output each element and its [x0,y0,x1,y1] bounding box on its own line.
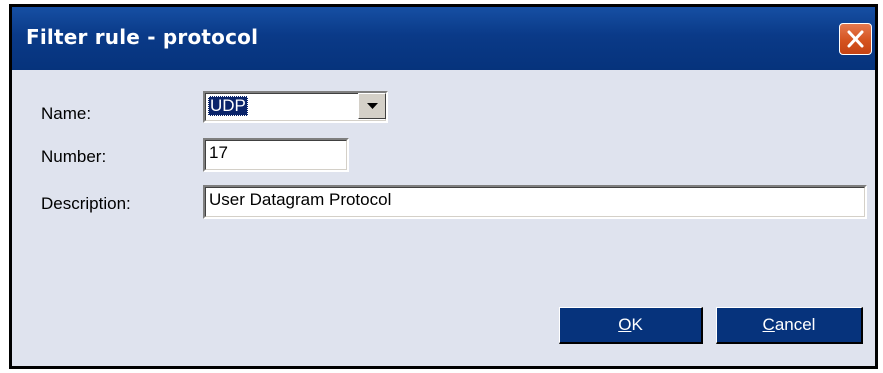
description-field-value: User Datagram Protocol [209,190,392,209]
number-label: Number: [41,147,107,166]
window-title: Filter rule - protocol [26,25,259,49]
name-select[interactable]: UDP [203,91,388,123]
ok-button[interactable]: OK [559,307,703,344]
cancel-button[interactable]: Cancel [716,307,863,344]
filter-rule-dialog: Filter rule - protocol Name: UDP Number:… [9,4,878,369]
cancel-button-label: ancel [774,315,816,334]
description-label: Description: [41,194,131,213]
title-bar[interactable]: Filter rule - protocol [12,7,875,70]
name-dropdown-button[interactable] [358,93,386,119]
number-field[interactable]: 17 [203,138,349,172]
name-label: Name: [41,104,92,123]
cancel-button-accesskey: C [762,315,775,334]
close-icon [847,30,864,48]
ok-button-accesskey: O [618,315,632,334]
chevron-down-icon [367,103,378,109]
number-field-value: 17 [209,143,228,162]
description-field[interactable]: User Datagram Protocol [203,185,867,219]
ok-button-label: K [631,315,643,334]
close-button[interactable] [839,23,872,55]
name-select-value: UDP [208,96,248,116]
